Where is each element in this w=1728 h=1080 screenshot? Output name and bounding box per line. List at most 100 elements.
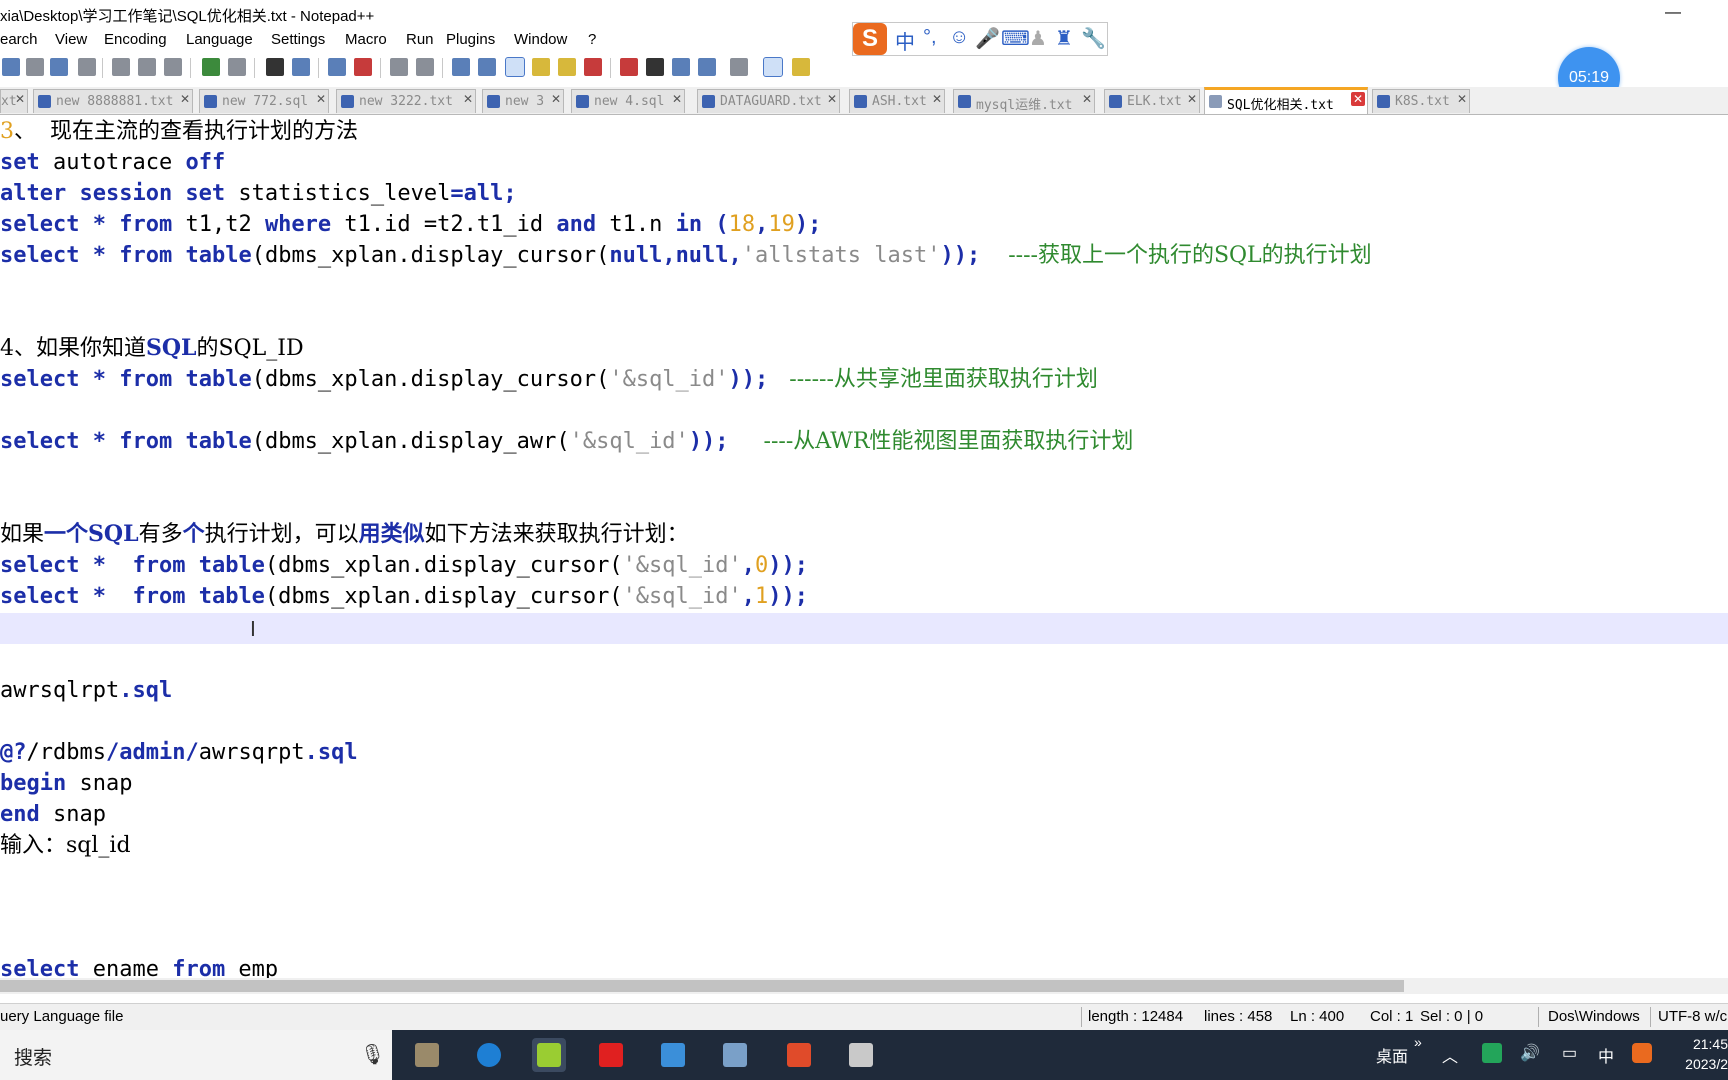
tab-item[interactable]: xt ✕ [0,89,28,113]
status-encoding: UTF-8 w/c [1658,1008,1728,1025]
find-icon[interactable] [266,58,284,76]
tab-item[interactable]: new 8888881.txt ✕ [33,89,193,113]
tab-item[interactable]: new 4.sql ✕ [571,89,685,113]
tab-item[interactable]: ASH.txt ✕ [849,89,945,113]
code-line: 如果一个SQL有多个执行计划，可以用类似如下方法来获取执行计划： [0,521,689,547]
taskbar-calculator[interactable] [656,1038,690,1072]
window-title: xia\Desktop\学习工作笔记\SQL优化相关.txt - Notepad… [0,8,375,25]
record-macro-icon[interactable] [620,58,638,76]
ime-indicator[interactable]: 中 [1598,1043,1614,1067]
tab-item[interactable]: new 772.sql ✕ [199,89,329,113]
cut-icon[interactable] [112,58,130,76]
sync-h-icon[interactable] [416,58,434,76]
emoji-icon[interactable]: ☺ [949,26,969,49]
taskbar-notepadpp[interactable] [532,1038,566,1072]
save-icon[interactable] [50,58,68,76]
copy-icon[interactable] [138,58,156,76]
battery-icon[interactable]: ▭ [1562,1043,1577,1063]
taskbar-app-red[interactable] [782,1038,816,1072]
zoom-in-icon[interactable] [328,58,346,76]
function-list-icon[interactable] [584,58,602,76]
replace-icon[interactable] [292,58,310,76]
status-length: length : 12484 [1088,1008,1184,1025]
taskbar-youdao[interactable] [594,1038,628,1072]
menu-language[interactable]: Language [186,31,253,48]
taskbar-terminal[interactable] [844,1038,878,1072]
undo-icon[interactable] [202,58,220,76]
user-icon[interactable]: ♟ [1029,26,1047,51]
toolbar [0,55,1200,81]
tab-item[interactable]: K8S.txt ✕ [1372,89,1470,113]
microphone-icon[interactable]: 🎙 [360,1042,385,1067]
tab-item[interactable]: new 3222.txt ✕ [336,89,476,113]
zoom-out-icon[interactable] [354,58,372,76]
calculator-icon [661,1043,685,1067]
lang-udl-icon[interactable] [532,58,550,76]
close-tab-icon: ✕ [550,92,561,106]
security-shield-icon[interactable] [1482,1043,1502,1063]
scrollbar-thumb[interactable] [0,980,1404,992]
menu-macro[interactable]: Macro [345,31,387,48]
code-line: select ename from emp [0,957,279,978]
menu-settings[interactable]: Settings [271,31,325,48]
tab-item-active[interactable]: SQL优化相关.txt ✕ [1204,87,1368,114]
ime-toolbar: S 中 °, ☺ 🎤 ⌨ ♟ ♜ 🔧 [852,22,1108,56]
sogou-tray-icon[interactable] [1632,1043,1652,1063]
volume-icon[interactable]: 🔊 [1520,1043,1540,1063]
menu-window[interactable]: Window [514,31,567,48]
terminal-icon [849,1043,873,1067]
taskbar-virtualbox[interactable] [718,1038,752,1072]
status-filetype: uery Language file [0,1008,124,1025]
show-hidden-icons-icon[interactable]: ︿ [1442,1043,1458,1067]
menu-plugins[interactable]: Plugins [446,31,495,48]
youdao-icon [599,1043,623,1067]
status-sel: Sel : 0 | 0 [1420,1008,1484,1025]
text-cursor-icon: I [250,617,256,641]
sogou-logo-icon[interactable]: S [853,23,887,55]
open-file-icon[interactable] [26,58,44,76]
doc-map-icon[interactable] [558,58,576,76]
play-macro-icon[interactable] [672,58,690,76]
taskbar-app-1[interactable] [410,1038,444,1072]
save-macro-icon[interactable] [730,58,748,76]
redo-icon[interactable] [228,58,246,76]
keyboard-icon[interactable]: ⌨ [1001,26,1030,51]
word-wrap-icon[interactable] [452,58,470,76]
horizontal-scrollbar[interactable] [0,978,1728,994]
microphone-icon[interactable]: 🎤 [975,26,1000,51]
taskbar-edge[interactable] [472,1038,506,1072]
notepadpp-icon [537,1043,561,1067]
desktop-toolbar-label[interactable]: 桌面 [1376,1043,1408,1067]
print-icon[interactable] [78,58,96,76]
menu-help[interactable]: ? [588,31,596,48]
ime-mode[interactable]: 中 [895,26,915,55]
system-clock[interactable]: 21:45 2023/2 [1664,1034,1728,1074]
plugin-icon[interactable] [792,58,810,76]
sync-v-icon[interactable] [390,58,408,76]
chevron-icon[interactable]: » [1414,1034,1422,1050]
taskbar-search[interactable]: 搜索 🎙 [0,1030,392,1080]
menu-search[interactable]: earch [0,31,38,48]
tab-item[interactable]: mysql运维.txt ✕ [953,89,1095,113]
tab-item[interactable]: new 3 ✕ [482,89,564,113]
minimize-button[interactable]: — [1658,0,1688,26]
code-line: select * from table(dbms_xplan.display_c… [0,553,809,578]
spellcheck-icon[interactable] [763,57,783,77]
indent-guide-icon[interactable] [505,57,525,77]
stop-macro-icon[interactable] [646,58,664,76]
menu-run[interactable]: Run [406,31,434,48]
run-macro-multiple-icon[interactable] [698,58,716,76]
paste-icon[interactable] [164,58,182,76]
tab-item[interactable]: ELK.txt ✕ [1104,89,1200,113]
editor-area[interactable]: 3、 现在主流的查看执行计划的方法 set autotrace off alte… [0,116,1728,978]
ime-punct[interactable]: °, [923,26,937,49]
tab-item[interactable]: DATAGUARD.txt ✕ [697,89,840,113]
menu-encoding[interactable]: Encoding [104,31,167,48]
wrench-icon[interactable]: 🔧 [1081,26,1106,51]
save-status-icon [341,95,354,108]
menu-view[interactable]: View [55,31,87,48]
skin-shirt-icon[interactable]: ♜ [1055,26,1073,51]
save-status-icon [576,95,589,108]
new-file-icon[interactable] [2,58,20,76]
show-all-chars-icon[interactable] [478,58,496,76]
